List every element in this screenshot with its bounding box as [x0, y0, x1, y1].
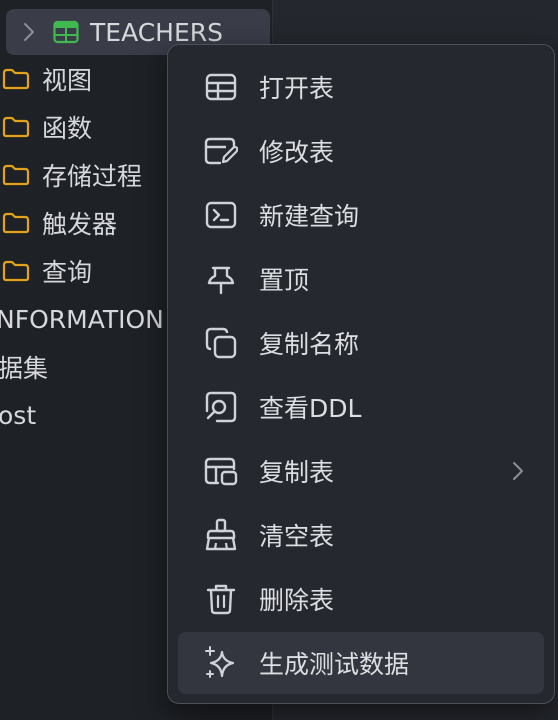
table-open-icon [203, 69, 239, 105]
menu-item-label: 复制表 [259, 458, 335, 487]
menu-item-delete-table[interactable]: 删除表 [178, 568, 544, 630]
menu-item-label: 复制名称 [259, 330, 360, 359]
menu-item-label: 删除表 [259, 586, 335, 615]
tree-folder-views[interactable]: 视图 [0, 57, 92, 101]
tree-folder-functions[interactable]: 函数 [0, 105, 92, 149]
tree-item-information-schema[interactable]: NFORMATION [0, 297, 164, 341]
menu-item-truncate-table[interactable]: 清空表 [178, 504, 544, 566]
menu-item-copy-name[interactable]: 复制名称 [178, 312, 544, 374]
menu-item-open-table[interactable]: 打开表 [178, 56, 544, 118]
duplicate-table-icon [203, 453, 239, 489]
menu-item-view-ddl[interactable]: 查看DDL [178, 376, 544, 438]
tree-item-dataset[interactable]: 据集 [0, 345, 48, 389]
tree-folder-label: 视图 [42, 66, 93, 95]
tree-folder-label: 触发器 [42, 210, 118, 239]
chevron-right-icon [506, 459, 530, 483]
tree-item-label: TEACHERS [90, 17, 224, 47]
pin-icon [203, 261, 239, 297]
tree-item-label: NFORMATION [0, 304, 164, 334]
menu-item-label: 打开表 [259, 74, 335, 103]
menu-item-label: 置顶 [259, 266, 310, 295]
folder-icon [2, 212, 30, 234]
broom-icon [203, 517, 239, 553]
tree-folder-label: 函数 [42, 114, 93, 143]
folder-icon [2, 68, 30, 90]
table-icon [52, 18, 80, 46]
menu-item-edit-table[interactable]: 修改表 [178, 120, 544, 182]
edit-table-icon [203, 133, 239, 169]
folder-icon [2, 164, 30, 186]
menu-item-label: 查看DDL [259, 394, 362, 423]
tree-folder-label: 存储过程 [42, 162, 143, 191]
menu-item-label: 清空表 [259, 522, 335, 551]
context-menu: 打开表 修改表 新建查询 置顶 复制名称 查看DDL 复制表 清空表 删除表 生… [167, 44, 555, 704]
folder-icon [2, 116, 30, 138]
tree-item-host[interactable]: ost [0, 393, 36, 437]
tree-folder-queries[interactable]: 查询 [0, 249, 92, 293]
view-ddl-icon [203, 389, 239, 425]
terminal-icon [203, 197, 239, 233]
tree-item-label: ost [0, 400, 37, 430]
menu-item-label: 修改表 [259, 138, 335, 167]
tree-folder-triggers[interactable]: 触发器 [0, 201, 117, 245]
tree-folder-label: 查询 [42, 258, 93, 287]
menu-item-new-query[interactable]: 新建查询 [178, 184, 544, 246]
tree-folder-procedures[interactable]: 存储过程 [0, 153, 142, 197]
sparkle-icon [203, 645, 239, 681]
tree-item-label: 据集 [0, 354, 49, 383]
chevron-right-icon[interactable] [16, 21, 42, 43]
menu-item-duplicate-table[interactable]: 复制表 [178, 440, 544, 502]
menu-item-label: 生成测试数据 [259, 650, 410, 679]
menu-item-label: 新建查询 [259, 202, 360, 231]
folder-icon [2, 260, 30, 282]
copy-icon [203, 325, 239, 361]
menu-item-generate-test-data[interactable]: 生成测试数据 [178, 632, 544, 694]
menu-item-pin[interactable]: 置顶 [178, 248, 544, 310]
trash-icon [203, 581, 239, 617]
